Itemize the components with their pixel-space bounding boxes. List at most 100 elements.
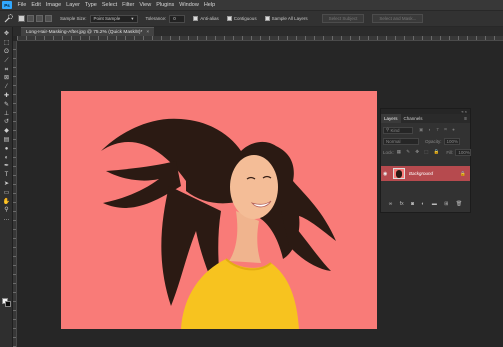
panel-menu-icon[interactable]: ≡ bbox=[464, 116, 467, 122]
eyedropper-icon[interactable]: ⁄ bbox=[0, 83, 13, 92]
layers-panel-tabs: Layers Channels ≡ bbox=[381, 114, 470, 123]
lasso-icon[interactable]: ʘ bbox=[0, 48, 13, 57]
face-shape bbox=[230, 155, 278, 219]
fill-label: Fill: bbox=[446, 149, 454, 155]
rectangle-icon[interactable]: ▭ bbox=[0, 188, 13, 197]
document-tab[interactable]: Long-Hair-Masking-After.jpg @ 75.2% (Qui… bbox=[21, 27, 155, 36]
adjustment-icon[interactable]: ◐ bbox=[421, 201, 424, 207]
layers-panel: « × Layers Channels ≡ ⚲ Kind ▣ ◐ T ⌗ ● N… bbox=[380, 108, 472, 213]
chevron-down-icon: ▾ bbox=[131, 15, 134, 21]
menu-help[interactable]: Help bbox=[201, 2, 217, 8]
photoshop-logo: Ps bbox=[2, 1, 12, 9]
mask-icon[interactable]: ◙ bbox=[411, 201, 414, 207]
tools-panel: ✥ ⬚ ʘ ⟋ ⌗ ⊠ ⁄ ✚ ✎ ⊥ ↺ ◆ ▤ ● ◐ ✒ T ➤ ▭ ✋ … bbox=[0, 27, 13, 347]
tolerance-value: 0 bbox=[173, 16, 176, 21]
trash-icon[interactable]: 🗑 bbox=[456, 201, 462, 207]
blend-mode-value: Normal bbox=[386, 138, 401, 144]
eye-icon[interactable]: ◉ bbox=[383, 171, 391, 177]
menu-window[interactable]: Window bbox=[177, 2, 202, 8]
fx-icon[interactable]: fx bbox=[400, 201, 404, 207]
frame-icon[interactable]: ⊠ bbox=[0, 74, 13, 83]
lock-icons[interactable]: ▦ ✎ ✥ ⬚ 🔒 bbox=[397, 149, 442, 155]
zoom-icon[interactable]: ⚲ bbox=[0, 206, 13, 215]
tolerance-label: Tolerance: bbox=[145, 16, 167, 21]
layer-name[interactable]: Background bbox=[409, 171, 460, 176]
sample-all-layers-label: Sample All Layers bbox=[271, 16, 308, 21]
document-tab-bar: Long-Hair-Masking-After.jpg @ 75.2% (Qui… bbox=[13, 27, 503, 36]
history-brush-icon[interactable]: ↺ bbox=[0, 118, 13, 127]
sample-size-label: Sample Size: bbox=[60, 16, 87, 21]
healing-icon[interactable]: ✚ bbox=[0, 92, 13, 101]
intersect-selection-mode[interactable] bbox=[45, 15, 52, 22]
menu-file[interactable]: File bbox=[15, 2, 29, 8]
contiguous-label: Contiguous bbox=[233, 16, 257, 21]
tshirt-shape bbox=[181, 259, 299, 329]
menu-plugins[interactable]: Plugins bbox=[154, 2, 177, 8]
hand-icon[interactable]: ✋ bbox=[0, 197, 13, 206]
type-icon[interactable]: T bbox=[0, 171, 13, 180]
canvas-photo bbox=[101, 118, 336, 329]
tab-channels[interactable]: Channels bbox=[401, 114, 426, 123]
lock-label: Lock: bbox=[383, 149, 394, 155]
document-tab-title: Long-Hair-Masking-After.jpg @ 75.2% (Qui… bbox=[26, 29, 143, 35]
artboard-icon[interactable]: ⬚ bbox=[0, 39, 13, 48]
new-selection-mode[interactable] bbox=[18, 15, 25, 22]
layers-footer: ∞ fx ◙ ◐ ▬ ⊞ 🗑 bbox=[381, 199, 470, 209]
brush-icon[interactable]: ✎ bbox=[0, 100, 13, 109]
options-bar: Sample Size: Point Sample ▾ Tolerance: 0… bbox=[0, 10, 503, 27]
contiguous-checkbox[interactable] bbox=[226, 16, 232, 21]
sample-size-value: Point Sample bbox=[93, 16, 121, 21]
menu-edit[interactable]: Edit bbox=[29, 2, 43, 8]
pen-icon[interactable]: ✒ bbox=[0, 162, 13, 171]
menu-view[interactable]: View bbox=[137, 2, 154, 8]
menu-select[interactable]: Select bbox=[99, 2, 119, 8]
lock-row: Lock: ▦ ✎ ✥ ⬚ 🔒 Fill: 100% bbox=[383, 148, 472, 156]
move-icon[interactable]: ✥ bbox=[0, 30, 13, 39]
new-layer-icon[interactable]: ⊞ bbox=[444, 201, 448, 207]
sample-size-select[interactable]: Point Sample ▾ bbox=[89, 14, 138, 23]
layer-row-background[interactable]: ◉ Background 🔒 bbox=[381, 166, 470, 181]
horizontal-ruler bbox=[17, 36, 503, 41]
folder-icon[interactable]: ▬ bbox=[432, 201, 437, 207]
menu-layer[interactable]: Layer bbox=[64, 2, 83, 8]
clone-stamp-icon[interactable]: ⊥ bbox=[0, 109, 13, 118]
opacity-value: 100% bbox=[446, 138, 459, 144]
opacity-label: Opacity: bbox=[425, 138, 442, 144]
subtract-selection-mode[interactable] bbox=[36, 15, 43, 22]
background-color-swatch[interactable] bbox=[5, 301, 11, 307]
blur-icon[interactable]: ● bbox=[0, 144, 13, 153]
filter-type-icons[interactable]: ▣ ◐ T ⌗ ● bbox=[419, 127, 457, 133]
quick-selection-icon[interactable] bbox=[2, 13, 16, 24]
sample-all-layers-checkbox[interactable] bbox=[264, 16, 270, 21]
kind-filter-select[interactable]: ⚲ Kind bbox=[383, 126, 413, 134]
link-icon[interactable]: ∞ bbox=[389, 201, 393, 207]
crop-icon[interactable]: ⌗ bbox=[0, 65, 13, 74]
more-tools-icon[interactable]: … bbox=[0, 215, 13, 224]
path-selection-icon[interactable]: ➤ bbox=[0, 180, 13, 189]
color-swatches[interactable] bbox=[2, 298, 11, 312]
opacity-input[interactable]: 100% bbox=[443, 137, 460, 145]
menu-bar: Ps File Edit Image Layer Type Select Fil… bbox=[0, 0, 503, 10]
select-subject-button[interactable]: Select Subject bbox=[321, 14, 365, 23]
kind-label: Kind bbox=[390, 127, 400, 133]
close-icon[interactable]: × bbox=[146, 30, 149, 35]
fill-input[interactable]: 100% bbox=[455, 148, 472, 156]
eraser-icon[interactable]: ◆ bbox=[0, 127, 13, 136]
fill-value: 100% bbox=[458, 149, 470, 155]
tolerance-input[interactable]: 0 bbox=[169, 14, 186, 23]
blend-mode-select[interactable]: Normal bbox=[383, 137, 419, 145]
quick-selection-icon[interactable]: ⟋ bbox=[0, 56, 13, 65]
document-canvas[interactable] bbox=[61, 91, 377, 329]
gradient-icon[interactable]: ▤ bbox=[0, 136, 13, 145]
tab-layers[interactable]: Layers bbox=[381, 114, 401, 123]
anti-alias-checkbox[interactable] bbox=[193, 16, 199, 21]
layer-thumbnail bbox=[393, 168, 405, 179]
filter-row: ⚲ Kind ▣ ◐ T ⌗ ● bbox=[383, 126, 468, 134]
dodge-icon[interactable]: ◐ bbox=[0, 153, 13, 162]
menu-type[interactable]: Type bbox=[82, 2, 99, 8]
add-selection-mode[interactable] bbox=[27, 15, 34, 22]
menu-image[interactable]: Image bbox=[43, 2, 63, 8]
select-and-mask-button[interactable]: Select and Mask... bbox=[372, 14, 424, 23]
anti-alias-label: Anti-alias bbox=[200, 16, 219, 21]
menu-filter[interactable]: Filter bbox=[120, 2, 137, 8]
